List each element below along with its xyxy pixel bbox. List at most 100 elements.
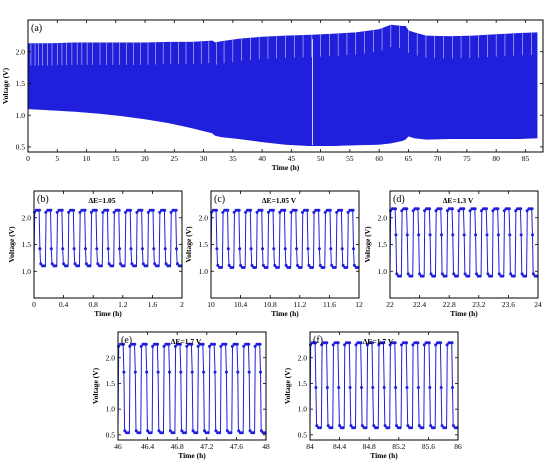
data-point — [405, 386, 409, 389]
data-point — [496, 207, 500, 211]
data-point — [174, 208, 178, 212]
y-tick-label: 2.0 — [298, 353, 308, 362]
data-point — [49, 247, 53, 251]
panel-label: (d) — [393, 194, 405, 205]
y-tick-label: 1.5 — [298, 379, 308, 388]
data-point — [295, 247, 299, 251]
data-point — [333, 266, 337, 269]
x-tick-label: 75 — [463, 154, 471, 163]
data-point — [375, 426, 379, 430]
data-point — [272, 247, 276, 251]
x-axis-title: Time (h) — [178, 451, 206, 460]
delta-e-annotation: ΔE=1.3 V — [443, 196, 474, 205]
y-tick-label: 0.5 — [298, 430, 308, 439]
x-tick-label: 40 — [258, 154, 266, 163]
x-tick-label: 84 — [306, 442, 314, 451]
data-point — [341, 426, 345, 430]
data-point — [77, 264, 81, 268]
x-tick-label: 55 — [346, 154, 354, 163]
panel-a-chart: 0 5 10 15 20 25 30 35 40 45 50 55 60 65 70 75 80 85 0.5 1.0… — [1, 19, 544, 172]
voltage-line — [33, 208, 182, 267]
data-point — [283, 247, 287, 251]
data-point — [129, 247, 133, 251]
panel-label: (c) — [214, 194, 225, 205]
data-point — [122, 370, 126, 374]
panel-label: (f) — [313, 335, 323, 346]
data-point — [133, 342, 137, 346]
data-point — [134, 264, 138, 268]
data-point — [168, 264, 172, 268]
x-tick-label: 12 — [355, 300, 363, 309]
delta-e-annotation: ΔE=1.7 V — [363, 337, 394, 346]
data-point — [226, 208, 230, 212]
data-point — [133, 370, 137, 374]
data-point — [224, 370, 228, 374]
data-point — [122, 264, 126, 268]
data-point — [473, 207, 477, 211]
y-tick-label: 1.0 — [199, 267, 209, 276]
data-point — [433, 274, 437, 278]
data-point — [94, 208, 98, 212]
data-point — [252, 431, 256, 435]
y-axis-title: Voltage (V) — [184, 226, 193, 263]
data-point — [95, 247, 99, 251]
x-tick-label: 85 — [522, 154, 530, 163]
y-axis-title: Voltage (V) — [283, 367, 292, 404]
x-axis-title: Time (h) — [271, 309, 299, 318]
data-point — [106, 247, 110, 251]
y-tick-label: 1.5 — [106, 379, 116, 388]
data-point — [258, 342, 262, 346]
data-point — [393, 341, 397, 345]
data-point — [49, 208, 53, 212]
data-point — [410, 426, 414, 430]
data-point — [405, 341, 408, 345]
panel-label: (a) — [31, 23, 42, 34]
x-tick-label: 50 — [317, 154, 325, 163]
x-tick-label: 20 — [141, 154, 149, 163]
data-point — [195, 431, 199, 435]
data-point — [444, 274, 448, 278]
data-point — [336, 341, 340, 345]
data-point — [183, 431, 187, 435]
x-tick-label: 48 — [262, 442, 270, 451]
data-point — [163, 247, 167, 251]
x-tick-label: 46 — [114, 442, 122, 451]
data-point — [394, 207, 397, 211]
x-tick-label: 47.6 — [230, 442, 243, 451]
y-tick-label: 1.5 — [16, 79, 26, 88]
data-point — [145, 370, 149, 374]
x-tick-label: 65 — [405, 154, 413, 163]
y-tick-label: 1.0 — [298, 405, 308, 414]
x-tick-label: 46.8 — [171, 442, 184, 451]
voltage-line — [210, 208, 359, 269]
data-point — [72, 247, 76, 251]
data-point — [345, 266, 349, 269]
y-tick-label: 1.5 — [199, 240, 209, 249]
data-point — [144, 342, 148, 346]
data-point — [405, 233, 409, 237]
data-point — [229, 431, 233, 435]
data-point — [337, 386, 341, 389]
y-tick-label: 0.5 — [106, 430, 116, 439]
data-point — [451, 386, 454, 389]
x-tick-label: 0 — [32, 300, 36, 309]
data-point — [224, 342, 228, 346]
data-point — [288, 266, 292, 269]
data-point — [405, 207, 409, 211]
y-tick-label: 0.5 — [16, 143, 26, 152]
data-point — [260, 208, 264, 212]
x-tick-label: 47.2 — [200, 442, 213, 451]
data-point — [294, 208, 298, 212]
data-point — [501, 274, 505, 278]
x-tick-label: 60 — [375, 154, 383, 163]
data-point — [61, 247, 65, 251]
y-tick-label: 2.0 — [106, 353, 116, 362]
voltage-line — [389, 207, 538, 277]
data-point — [156, 264, 160, 268]
data-point — [428, 386, 432, 389]
data-point — [72, 208, 76, 212]
data-point — [106, 208, 110, 212]
data-point — [530, 207, 534, 211]
data-point — [439, 207, 443, 211]
delta-e-annotation: ΔE=1.7 V — [171, 337, 202, 346]
